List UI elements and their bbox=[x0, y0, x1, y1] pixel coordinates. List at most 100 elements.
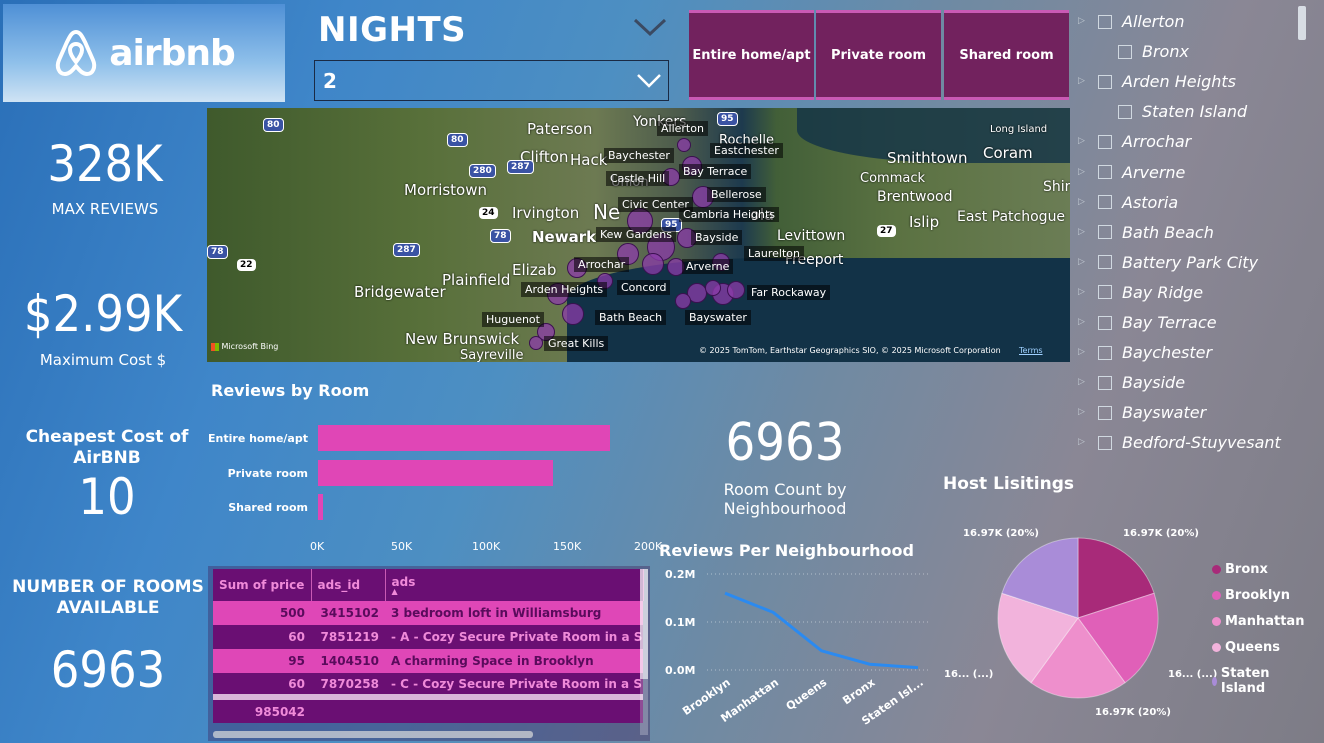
city-label: Newark bbox=[532, 228, 597, 246]
bar[interactable] bbox=[318, 494, 323, 520]
checkbox[interactable] bbox=[1098, 14, 1112, 29]
slicer-item[interactable]: ▷ Bayside bbox=[1078, 373, 1185, 392]
expand-arrow-icon[interactable]: ▷ bbox=[1078, 16, 1085, 26]
map-terms-link[interactable]: Terms bbox=[1019, 346, 1043, 355]
ads-cell: - C - Cozy Secure Private Room in a Sha bbox=[385, 673, 643, 697]
listing-bubble[interactable] bbox=[705, 280, 721, 296]
column-header-ads-id[interactable]: ads_id bbox=[311, 569, 386, 601]
slicer-item-label: Battery Park City bbox=[1122, 252, 1259, 272]
bar[interactable] bbox=[318, 460, 553, 486]
reviews-per-neighbourhood-chart: 0.2M0.1M0.0MBrooklynManhattan Queens Bronx… bbox=[665, 568, 930, 728]
slicer-item[interactable]: ▷ Allerton bbox=[1078, 12, 1184, 31]
column-header-ads[interactable]: ads ▲ bbox=[385, 569, 644, 601]
table-horizontal-scrollbar[interactable] bbox=[213, 731, 533, 738]
legend-item[interactable]: Manhattan bbox=[1212, 614, 1304, 629]
room-type-button-entire[interactable]: Entire home/apt bbox=[689, 10, 814, 100]
checkbox[interactable] bbox=[1118, 44, 1132, 59]
checkbox[interactable] bbox=[1098, 165, 1112, 179]
legend-item[interactable]: Bronx bbox=[1212, 562, 1268, 577]
listing-bubble[interactable] bbox=[562, 303, 584, 325]
slicer-item[interactable]: ▷ Bath Beach bbox=[1078, 223, 1214, 242]
y-tick-label: 0.2M bbox=[665, 568, 695, 581]
city-label: Long Island bbox=[990, 124, 1048, 135]
expand-arrow-icon[interactable]: ▷ bbox=[1078, 136, 1085, 146]
legend-item[interactable]: Brooklyn bbox=[1212, 588, 1290, 603]
checkbox[interactable] bbox=[1098, 315, 1112, 330]
expand-arrow-icon[interactable]: ▷ bbox=[1078, 197, 1085, 207]
ads-table[interactable]: Sum of price ads_id ads ▲ 500 3415102 3 b… bbox=[208, 566, 650, 741]
slicer-item[interactable]: ▷ Arrochar bbox=[1078, 132, 1191, 151]
room-type-button-shared[interactable]: Shared room bbox=[944, 10, 1069, 100]
expand-arrow-icon[interactable]: ▷ bbox=[1078, 437, 1085, 447]
pin-label: Huguenot bbox=[482, 312, 544, 327]
x-tick-label: 200K bbox=[634, 540, 663, 553]
slicer-item[interactable]: ▷ Astoria bbox=[1078, 193, 1178, 212]
legend-dot-icon bbox=[1212, 565, 1221, 574]
neighbourhood-map[interactable]: Paterson Clifton Hack Morristown Irvingt… bbox=[207, 108, 1070, 362]
slicer-item-label: Staten Island bbox=[1142, 102, 1248, 122]
expand-arrow-icon[interactable]: ▷ bbox=[1078, 407, 1085, 417]
slicer-item[interactable]: ▷ Bay Ridge bbox=[1078, 283, 1203, 302]
slicer-item[interactable]: ▷ Bayswater bbox=[1078, 403, 1206, 422]
table-row[interactable]: 60 7870258 - C - Cozy Secure Private Roo… bbox=[213, 673, 643, 697]
expand-arrow-icon[interactable]: ▷ bbox=[1078, 347, 1085, 357]
chevron-down-icon[interactable] bbox=[632, 14, 668, 38]
expand-arrow-icon[interactable]: ▷ bbox=[1078, 377, 1085, 387]
slicer-item[interactable]: ▷ Bay Terrace bbox=[1078, 313, 1217, 332]
checkbox[interactable] bbox=[1098, 285, 1112, 300]
pin-label: Great Kills bbox=[544, 336, 609, 351]
slicer-item[interactable]: ▷ Baychester bbox=[1078, 343, 1212, 362]
pin-label: Castle Hill bbox=[606, 171, 670, 186]
table-row[interactable]: 95 1404510 A charming Space in Brooklyn bbox=[213, 649, 643, 673]
column-header-sum-price[interactable]: Sum of price bbox=[213, 569, 312, 601]
y-tick-label: 0.0M bbox=[665, 664, 695, 677]
expand-arrow-icon[interactable]: ▷ bbox=[1078, 317, 1085, 327]
room-type-button-private[interactable]: Private room bbox=[816, 10, 941, 100]
pin-label: Bay Terrace bbox=[679, 164, 752, 179]
city-label: Sayreville bbox=[460, 348, 524, 362]
checkbox[interactable] bbox=[1098, 74, 1112, 89]
slicer-item[interactable]: ▷ Arverne bbox=[1078, 163, 1185, 182]
rooms-title: NUMBER OF ROOMS AVAILABLE bbox=[12, 577, 204, 618]
checkbox[interactable] bbox=[1098, 195, 1112, 210]
expand-arrow-icon[interactable]: ▷ bbox=[1078, 76, 1085, 86]
series-line[interactable] bbox=[724, 591, 919, 670]
slicer-item[interactable]: Bronx bbox=[1118, 42, 1189, 61]
table-row[interactable]: 500 3415102 3 bedroom loft in Williamsbu… bbox=[213, 601, 643, 625]
nights-dropdown[interactable]: 2 bbox=[314, 60, 669, 101]
slicer-item[interactable]: Staten Island bbox=[1118, 102, 1247, 121]
checkbox[interactable] bbox=[1098, 255, 1112, 270]
checkbox[interactable] bbox=[1098, 375, 1112, 390]
checkbox[interactable] bbox=[1098, 134, 1112, 149]
bar[interactable] bbox=[318, 425, 610, 451]
scrollbar-thumb[interactable] bbox=[640, 569, 648, 679]
table-vertical-scrollbar[interactable] bbox=[640, 569, 648, 735]
max-cost-label: Maximum Cost $ bbox=[39, 351, 167, 369]
checkbox[interactable] bbox=[1098, 225, 1112, 240]
listing-bubble[interactable] bbox=[529, 336, 543, 350]
listing-bubble[interactable] bbox=[727, 281, 745, 299]
listing-bubble[interactable] bbox=[642, 253, 664, 275]
slicer-scrollbar-thumb[interactable] bbox=[1298, 6, 1306, 40]
expand-arrow-icon[interactable]: ▷ bbox=[1078, 227, 1085, 237]
city-label: Elizab bbox=[512, 261, 557, 279]
legend-item[interactable]: Queens bbox=[1212, 640, 1280, 655]
reviews-by-room-title: Reviews by Room bbox=[211, 381, 370, 400]
pin-label: Eastchester bbox=[710, 143, 783, 158]
checkbox[interactable] bbox=[1098, 405, 1112, 420]
expand-arrow-icon[interactable]: ▷ bbox=[1078, 287, 1085, 297]
listing-bubble[interactable] bbox=[677, 138, 691, 152]
table-row[interactable]: 60 7851219 - A - Cozy Secure Private Roo… bbox=[213, 625, 643, 649]
neighbourhood-slicer[interactable]: ▷ Allerton Bronx ▷ Arden Heights Staten Islan… bbox=[1078, 0, 1310, 460]
checkbox[interactable] bbox=[1118, 104, 1132, 119]
highway-shield: 80 bbox=[263, 118, 284, 132]
checkbox[interactable] bbox=[1098, 435, 1112, 450]
slicer-item[interactable]: ▷ Battery Park City bbox=[1078, 252, 1259, 272]
legend-item[interactable]: Staten Island bbox=[1212, 666, 1274, 696]
expand-arrow-icon[interactable]: ▷ bbox=[1078, 257, 1085, 267]
listing-bubble[interactable] bbox=[675, 293, 691, 309]
checkbox[interactable] bbox=[1098, 345, 1112, 360]
slicer-item[interactable]: ▷ Bedford-Stuyvesant bbox=[1078, 433, 1281, 452]
expand-arrow-icon[interactable]: ▷ bbox=[1078, 167, 1085, 177]
slicer-item[interactable]: ▷ Arden Heights bbox=[1078, 72, 1236, 91]
